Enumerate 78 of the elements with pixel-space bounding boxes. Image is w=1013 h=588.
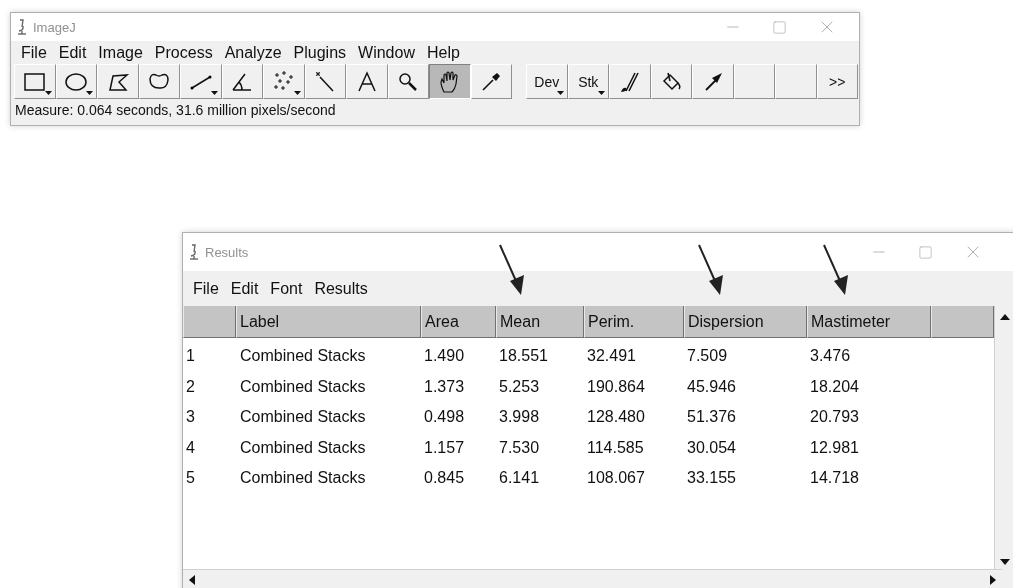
table-cell-text: 32.491 — [586, 347, 637, 366]
annotation-arrow — [823, 244, 848, 295]
table-cell-text: 18.204 — [809, 377, 860, 396]
dropdown-triangle-icon — [86, 91, 93, 95]
menu-item[interactable]: File — [15, 43, 53, 62]
table-cell-text: 7.509 — [686, 347, 729, 366]
menu-item[interactable]: Edit — [224, 279, 265, 298]
menu-item[interactable]: Image — [92, 43, 149, 62]
scroll-down-icon[interactable] — [999, 559, 1010, 565]
tool-button[interactable]: Stk — [567, 64, 609, 99]
table-cell-text: 1.157 — [423, 438, 466, 457]
menu-item[interactable]: Plugins — [287, 43, 353, 62]
column-header[interactable]: Area — [421, 306, 496, 338]
scroll-up-icon[interactable] — [999, 314, 1010, 320]
table-cell-text: 6.141 — [498, 469, 541, 488]
tool-button[interactable] — [429, 64, 471, 99]
header-cell — [931, 306, 994, 338]
table-cell-text: Combined Stacks — [239, 377, 367, 396]
dropdown-triangle-icon — [556, 91, 564, 95]
table-cell-text: 3.998 — [498, 408, 541, 427]
menu-item[interactable]: Font — [264, 279, 309, 298]
row-number: 2 — [185, 377, 196, 396]
annotation-arrow — [698, 244, 723, 295]
column-header[interactable]: Mean — [496, 306, 584, 338]
microscope-icon — [17, 19, 27, 35]
table-cell-text: 18.551 — [498, 347, 549, 366]
table-cell-text: 51.376 — [686, 408, 737, 427]
status-text: Measure: 0.064 seconds, 31.6 million pixels/second — [14, 101, 337, 119]
table-cell-text: 1.373 — [423, 377, 466, 396]
row-number: 3 — [185, 408, 196, 427]
table-cell-text: Combined Stacks — [239, 469, 367, 488]
table-cell-text: 128.480 — [586, 408, 646, 427]
menu-item[interactable]: Analyze — [218, 43, 288, 62]
row-number: 1 — [185, 347, 196, 366]
horizontal-scrollbar[interactable] — [183, 569, 1002, 588]
table-cell-text: Combined Stacks — [239, 438, 367, 457]
dropdown-triangle-icon — [293, 91, 301, 95]
row-number: 4 — [185, 438, 196, 457]
table-cell-text: 0.498 — [423, 408, 466, 427]
table-cell-text: Combined Stacks — [239, 408, 367, 427]
microscope-icon — [189, 244, 199, 260]
table-cell-text: 7.530 — [498, 438, 541, 457]
column-header[interactable]: Mastimeter — [807, 306, 931, 338]
dropdown-triangle-icon — [44, 91, 52, 95]
annotation-arrow — [499, 244, 524, 295]
scroll-right-icon[interactable] — [990, 574, 996, 585]
menu-item[interactable]: Results — [308, 279, 374, 298]
table-cell-text: 190.864 — [586, 377, 646, 396]
menu-item[interactable]: Help — [420, 43, 466, 62]
column-header[interactable]: Perim. — [584, 306, 684, 338]
table-cell-text: 30.054 — [686, 438, 737, 457]
tool-button[interactable]: >> — [816, 64, 858, 99]
table-cell-text: 45.946 — [686, 377, 737, 396]
window-title: Results — [205, 244, 250, 260]
column-header[interactable]: Dispersion — [684, 306, 807, 338]
table-cell-text: 20.793 — [809, 408, 860, 427]
table-cell-text: 33.155 — [686, 469, 737, 488]
table-cell-text: 1.490 — [423, 347, 466, 366]
scroll-left-icon[interactable] — [189, 574, 195, 585]
tool-button[interactable]: Dev — [526, 64, 568, 99]
table-cell-text: 12.981 — [809, 438, 860, 457]
column-header[interactable]: Label — [236, 306, 421, 338]
header-cell — [183, 306, 236, 338]
table-cell-text: 14.718 — [809, 469, 860, 488]
table-cell-text: 108.067 — [586, 469, 646, 488]
menu-item[interactable]: Edit — [52, 43, 93, 62]
row-number: 5 — [185, 469, 196, 488]
table-cell-text: Combined Stacks — [239, 347, 367, 366]
menu-item[interactable]: File — [187, 279, 225, 298]
menu-item[interactable]: Process — [148, 43, 219, 62]
menu-item[interactable]: Window — [352, 43, 421, 62]
dropdown-triangle-icon — [598, 91, 605, 95]
table-cell-text: 114.585 — [586, 438, 645, 457]
table-cell-text: 3.476 — [809, 347, 852, 366]
window-title: ImageJ — [33, 19, 77, 35]
table-cell-text: 5.253 — [498, 377, 541, 396]
table-cell-text: 0.845 — [423, 469, 466, 488]
dropdown-triangle-icon — [210, 91, 218, 95]
